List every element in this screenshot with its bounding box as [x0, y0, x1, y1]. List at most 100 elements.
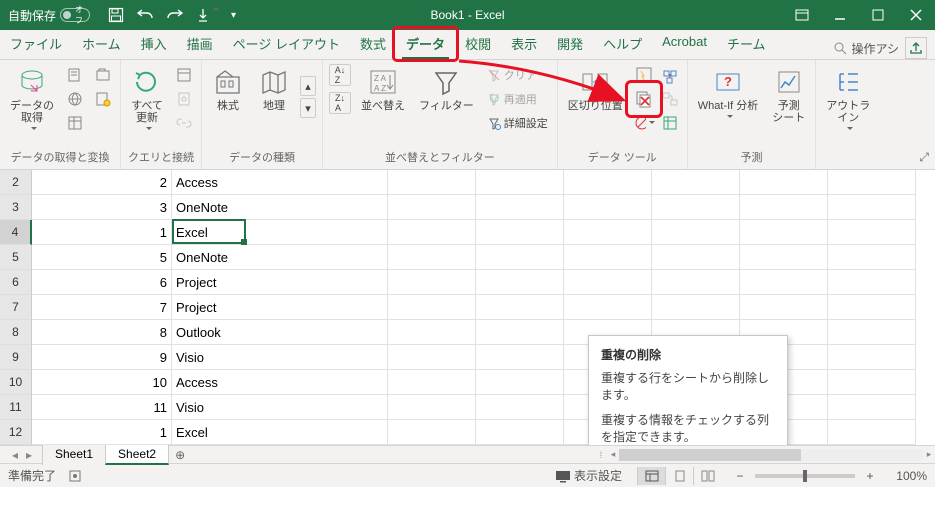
consolidate-icon[interactable]: [659, 64, 681, 86]
cell[interactable]: Access: [172, 170, 388, 195]
cell[interactable]: [388, 220, 476, 245]
cell[interactable]: [388, 270, 476, 295]
cell[interactable]: [652, 195, 740, 220]
tab-挿入[interactable]: 挿入: [131, 29, 177, 59]
row-header[interactable]: 4: [0, 220, 32, 245]
from-text-icon[interactable]: [64, 64, 86, 86]
cell[interactable]: [476, 170, 564, 195]
normal-view-button[interactable]: [637, 467, 665, 485]
cell[interactable]: [740, 220, 828, 245]
what-if-button[interactable]: ? What-If 分析: [694, 64, 763, 122]
scrollbar-thumb[interactable]: [619, 449, 801, 461]
cell[interactable]: 1: [32, 420, 172, 445]
tab-ヘルプ[interactable]: ヘルプ: [593, 29, 652, 59]
cell[interactable]: 10: [32, 370, 172, 395]
cell[interactable]: [828, 295, 916, 320]
row-header[interactable]: 12: [0, 420, 32, 445]
save-icon[interactable]: [108, 7, 124, 23]
zoom-level[interactable]: 100%: [885, 469, 927, 483]
cell[interactable]: [564, 170, 652, 195]
cell[interactable]: [388, 420, 476, 445]
cell[interactable]: 1: [32, 220, 172, 245]
reapply-button[interactable]: 再適用: [484, 88, 551, 110]
cell[interactable]: [652, 295, 740, 320]
page-layout-view-button[interactable]: [665, 467, 693, 485]
redo-icon[interactable]: [166, 7, 184, 23]
cell[interactable]: 8: [32, 320, 172, 345]
tab-開発[interactable]: 開発: [547, 29, 593, 59]
cell[interactable]: [564, 245, 652, 270]
cell[interactable]: 11: [32, 395, 172, 420]
cell[interactable]: [388, 245, 476, 270]
row-header[interactable]: 11: [0, 395, 32, 420]
text-to-columns-button[interactable]: 区切り位置: [564, 64, 627, 114]
flash-fill-icon[interactable]: [633, 64, 655, 86]
edit-links-icon[interactable]: [173, 112, 195, 134]
cell[interactable]: [828, 195, 916, 220]
cell[interactable]: 6: [32, 270, 172, 295]
cell[interactable]: [828, 345, 916, 370]
tab-チーム[interactable]: チーム: [717, 29, 776, 59]
row-header[interactable]: 7: [0, 295, 32, 320]
cell[interactable]: [476, 245, 564, 270]
cell[interactable]: 7: [32, 295, 172, 320]
cell[interactable]: 5: [32, 245, 172, 270]
clear-filter-button[interactable]: クリア: [484, 64, 551, 86]
cell[interactable]: Excel: [172, 420, 388, 445]
cell[interactable]: OneNote: [172, 195, 388, 220]
row-header[interactable]: 3: [0, 195, 32, 220]
cell[interactable]: Excel: [172, 220, 388, 245]
zoom-out-button[interactable]: −: [733, 469, 747, 483]
cell[interactable]: [476, 345, 564, 370]
cell[interactable]: [652, 170, 740, 195]
cell[interactable]: [828, 245, 916, 270]
row-header[interactable]: 2: [0, 170, 32, 195]
outline-button[interactable]: アウトラ イン: [822, 64, 874, 134]
recent-sources-icon[interactable]: [92, 64, 114, 86]
display-settings-button[interactable]: 表示設定: [552, 465, 625, 487]
row-header[interactable]: 6: [0, 270, 32, 295]
cell[interactable]: [388, 370, 476, 395]
advanced-filter-button[interactable]: 詳細設定: [484, 112, 551, 134]
sheet-nav-next-icon[interactable]: ▸: [22, 448, 36, 462]
get-data-button[interactable]: データの 取得: [6, 64, 58, 134]
worksheet-grid[interactable]: 22Access33OneNote41Excel55OneNote66Proje…: [0, 170, 935, 445]
sort-asc-icon[interactable]: A↓Z: [329, 64, 351, 86]
undo-icon[interactable]: [136, 7, 154, 23]
cell[interactable]: [828, 170, 916, 195]
touch-mode-icon[interactable]: [196, 7, 219, 23]
cell[interactable]: Outlook: [172, 320, 388, 345]
sheet-nav-prev-icon[interactable]: ◂: [8, 448, 22, 462]
cell[interactable]: [476, 420, 564, 445]
remove-duplicates-button[interactable]: [633, 88, 655, 110]
cell[interactable]: [652, 220, 740, 245]
scroll-up-icon[interactable]: ▴: [300, 76, 316, 96]
horizontal-scrollbar[interactable]: ⁞◂ ▸: [595, 448, 935, 462]
cell[interactable]: Project: [172, 270, 388, 295]
cell[interactable]: 2: [32, 170, 172, 195]
maximize-button[interactable]: [859, 0, 897, 30]
manage-data-model-icon[interactable]: [659, 112, 681, 134]
cell[interactable]: 9: [32, 345, 172, 370]
cell[interactable]: [476, 295, 564, 320]
cell[interactable]: [740, 195, 828, 220]
cell[interactable]: Visio: [172, 395, 388, 420]
cell[interactable]: [476, 220, 564, 245]
tab-Acrobat[interactable]: Acrobat: [652, 29, 717, 55]
tell-me-search[interactable]: 操作アシ: [833, 40, 899, 57]
qat-customize-icon[interactable]: ▾: [231, 10, 236, 21]
cell[interactable]: OneNote: [172, 245, 388, 270]
cell[interactable]: [740, 295, 828, 320]
row-header[interactable]: 8: [0, 320, 32, 345]
cell[interactable]: [564, 220, 652, 245]
row-header[interactable]: 10: [0, 370, 32, 395]
cell[interactable]: [828, 370, 916, 395]
cell[interactable]: [476, 320, 564, 345]
refresh-all-button[interactable]: すべて 更新: [127, 64, 167, 134]
tab-表示[interactable]: 表示: [501, 29, 547, 59]
sheet-tab-Sheet2[interactable]: Sheet2: [105, 444, 169, 465]
cell[interactable]: [828, 220, 916, 245]
tab-校閲[interactable]: 校閲: [455, 29, 501, 59]
tab-ページ レイアウト[interactable]: ページ レイアウト: [223, 29, 350, 59]
row-header[interactable]: 9: [0, 345, 32, 370]
